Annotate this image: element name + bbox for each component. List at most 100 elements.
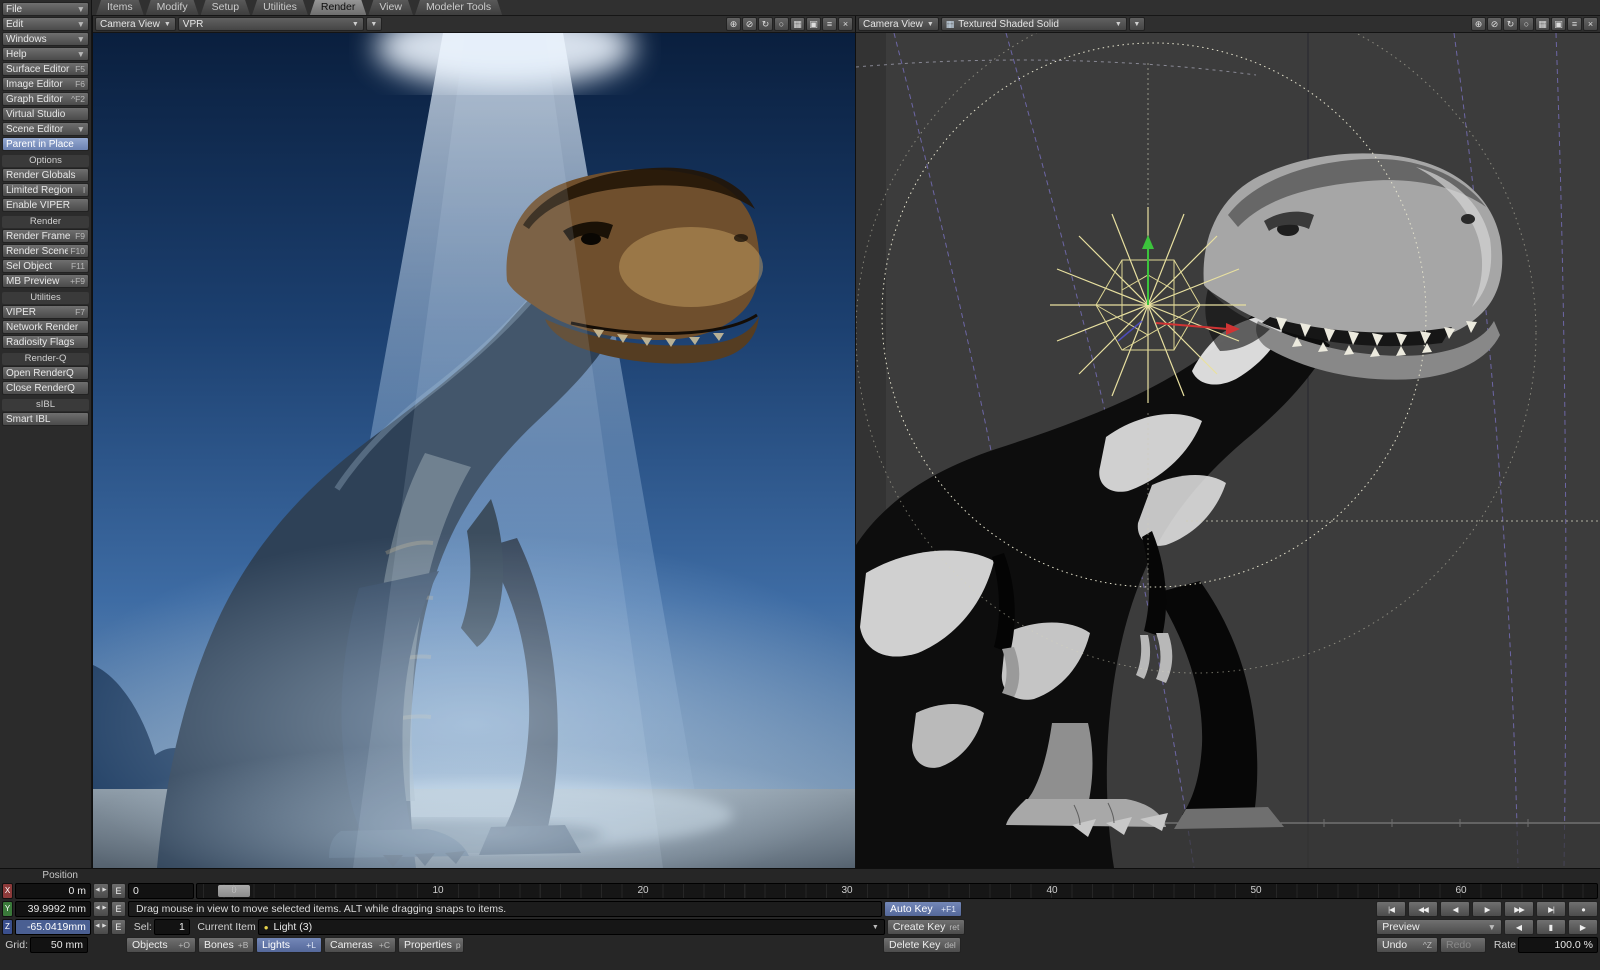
- tab-render[interactable]: Render: [310, 0, 366, 15]
- step-back-button[interactable]: ◀: [1440, 901, 1470, 917]
- go-to-start-button[interactable]: |◀: [1376, 901, 1406, 917]
- pan-icon[interactable]: ⊕: [1471, 17, 1486, 31]
- network-render-button[interactable]: Network Render: [2, 320, 89, 334]
- go-to-end-button[interactable]: ▶|: [1536, 901, 1566, 917]
- current-item-dropdown[interactable]: ● Light (3) ▼: [258, 919, 885, 935]
- delete-key-button[interactable]: Delete Keydel: [883, 937, 961, 953]
- viewport-menu-icon[interactable]: ≡: [822, 17, 837, 31]
- x-axis-chip: X: [2, 883, 13, 899]
- redo-button[interactable]: Redo: [1440, 937, 1486, 953]
- current-frame-field[interactable]: 0: [128, 883, 194, 899]
- tab-modeler-tools[interactable]: Modeler Tools: [415, 0, 502, 15]
- camera-icon[interactable]: ▣: [806, 17, 821, 31]
- button-shortcut: ^Z: [1423, 940, 1432, 950]
- spinner-right-icon[interactable]: ▶: [101, 884, 108, 898]
- constrain-icon[interactable]: ⊘: [1487, 17, 1502, 31]
- cameras-button[interactable]: Cameras+C: [324, 937, 396, 953]
- lights-button[interactable]: Lights+L: [256, 937, 322, 953]
- shade-mode-dropdown[interactable]: VPR▼: [178, 17, 364, 31]
- objects-button[interactable]: Objects+O: [126, 937, 196, 953]
- viewport-menu-icon[interactable]: ≡: [1567, 17, 1582, 31]
- x-spinner[interactable]: ◀▶: [93, 883, 109, 899]
- image-editor-button[interactable]: Image EditorF6: [2, 77, 89, 91]
- smart-ibl-button[interactable]: Smart IBL: [2, 412, 89, 426]
- tab-utilities[interactable]: Utilities: [252, 0, 308, 15]
- menu-windows[interactable]: Windows▼: [2, 32, 89, 46]
- menu-help[interactable]: Help▼: [2, 47, 89, 61]
- preview-step-forward-button[interactable]: ▶: [1568, 919, 1598, 935]
- tab-setup[interactable]: Setup: [201, 0, 250, 15]
- limited-region-button[interactable]: Limited Regionl: [2, 183, 89, 197]
- spinner-left-icon[interactable]: ◀: [94, 884, 101, 898]
- render-frame-button[interactable]: Render FrameF9: [2, 229, 89, 243]
- open-renderq-button[interactable]: Open RenderQ: [2, 366, 89, 380]
- create-key-button[interactable]: Create Keyret: [887, 919, 965, 935]
- preview-dropdown[interactable]: Preview▼: [1376, 919, 1502, 935]
- next-key-button[interactable]: ▶▶: [1504, 901, 1534, 917]
- timeline-tick: 40: [1046, 884, 1057, 898]
- zoom-icon[interactable]: ○: [774, 17, 789, 31]
- spinner-left-icon[interactable]: ◀: [94, 902, 101, 916]
- graph-editor-button[interactable]: Graph Editor^F2: [2, 92, 89, 106]
- surface-editor-button[interactable]: Surface EditorF5: [2, 62, 89, 76]
- pan-icon[interactable]: ⊕: [726, 17, 741, 31]
- x-envelope-button[interactable]: E: [111, 883, 126, 899]
- bones-button[interactable]: Bones+B: [198, 937, 254, 953]
- z-spinner[interactable]: ◀▶: [93, 919, 109, 935]
- button-label: Properties: [404, 939, 452, 951]
- z-position-field[interactable]: -65.0419mm: [15, 919, 91, 935]
- sel-object-button[interactable]: Sel ObjectF11: [2, 259, 89, 273]
- rotate-view-icon[interactable]: ↻: [758, 17, 773, 31]
- undo-button[interactable]: Undo^Z: [1376, 937, 1438, 953]
- record-button[interactable]: ●: [1568, 901, 1598, 917]
- viewport-maximize-icon[interactable]: ×: [838, 17, 853, 31]
- y-spinner[interactable]: ◀▶: [93, 901, 109, 917]
- x-position-field[interactable]: 0 m: [15, 883, 91, 899]
- viewport-layout-dropdown[interactable]: ▼: [1129, 17, 1145, 31]
- vpr-render-canvas[interactable]: [93, 33, 855, 868]
- view-mode-dropdown[interactable]: Camera View▼: [95, 17, 176, 31]
- zoom-icon[interactable]: ○: [1519, 17, 1534, 31]
- preview-step-back-button[interactable]: ◀: [1504, 919, 1534, 935]
- tab-items[interactable]: Items: [96, 0, 144, 15]
- timeline-scrubber[interactable]: 0 0 10 20 30 40 50 60: [196, 883, 1598, 899]
- viewport-pattern-icon[interactable]: ▦: [790, 17, 805, 31]
- scene-editor-button[interactable]: Scene Editor▼: [2, 122, 89, 136]
- play-button[interactable]: ▶: [1472, 901, 1502, 917]
- z-envelope-button[interactable]: E: [111, 919, 126, 935]
- tab-view[interactable]: View: [368, 0, 413, 15]
- rotate-view-icon[interactable]: ↻: [1503, 17, 1518, 31]
- y-envelope-button[interactable]: E: [111, 901, 126, 917]
- menu-edit[interactable]: Edit▼: [2, 17, 89, 31]
- auto-key-button[interactable]: Auto Key+F1: [884, 901, 962, 917]
- view-mode-dropdown[interactable]: Camera View▼: [858, 17, 939, 31]
- shade-mode-dropdown[interactable]: ▦Textured Shaded Solid▼: [941, 17, 1127, 31]
- virtual-studio-button[interactable]: Virtual Studio: [2, 107, 89, 121]
- properties-button[interactable]: Propertiesp: [398, 937, 464, 953]
- render-globals-button[interactable]: Render Globals: [2, 168, 89, 182]
- tab-modify[interactable]: Modify: [146, 0, 199, 15]
- trex-shaded-view: [856, 33, 1600, 868]
- viper-button[interactable]: VIPERF7: [2, 305, 89, 319]
- radiosity-flags-button[interactable]: Radiosity Flags: [2, 335, 89, 349]
- preview-pause-button[interactable]: ▮: [1536, 919, 1566, 935]
- viewport-pattern-icon[interactable]: ▦: [1535, 17, 1550, 31]
- constrain-icon[interactable]: ⊘: [742, 17, 757, 31]
- spinner-left-icon[interactable]: ◀: [94, 920, 101, 934]
- spinner-right-icon[interactable]: ▶: [101, 902, 108, 916]
- y-position-field[interactable]: 39.9992 mm: [15, 901, 91, 917]
- prev-key-button[interactable]: ◀◀: [1408, 901, 1438, 917]
- camera-icon[interactable]: ▣: [1551, 17, 1566, 31]
- button-shortcut: F11: [71, 261, 85, 271]
- spinner-right-icon[interactable]: ▶: [101, 920, 108, 934]
- opengl-canvas[interactable]: [856, 33, 1600, 868]
- rate-field[interactable]: 100.0 %: [1518, 937, 1598, 953]
- render-scene-button[interactable]: Render SceneF10: [2, 244, 89, 258]
- menu-file[interactable]: File▼: [2, 2, 89, 16]
- viewport-maximize-icon[interactable]: ×: [1583, 17, 1598, 31]
- mb-preview-button[interactable]: MB Preview+F9: [2, 274, 89, 288]
- viewport-layout-dropdown[interactable]: ▼: [366, 17, 382, 31]
- enable-viper-button[interactable]: Enable VIPER: [2, 198, 89, 212]
- parent-in-place-button[interactable]: Parent in Place: [2, 137, 89, 151]
- close-renderq-button[interactable]: Close RenderQ: [2, 381, 89, 395]
